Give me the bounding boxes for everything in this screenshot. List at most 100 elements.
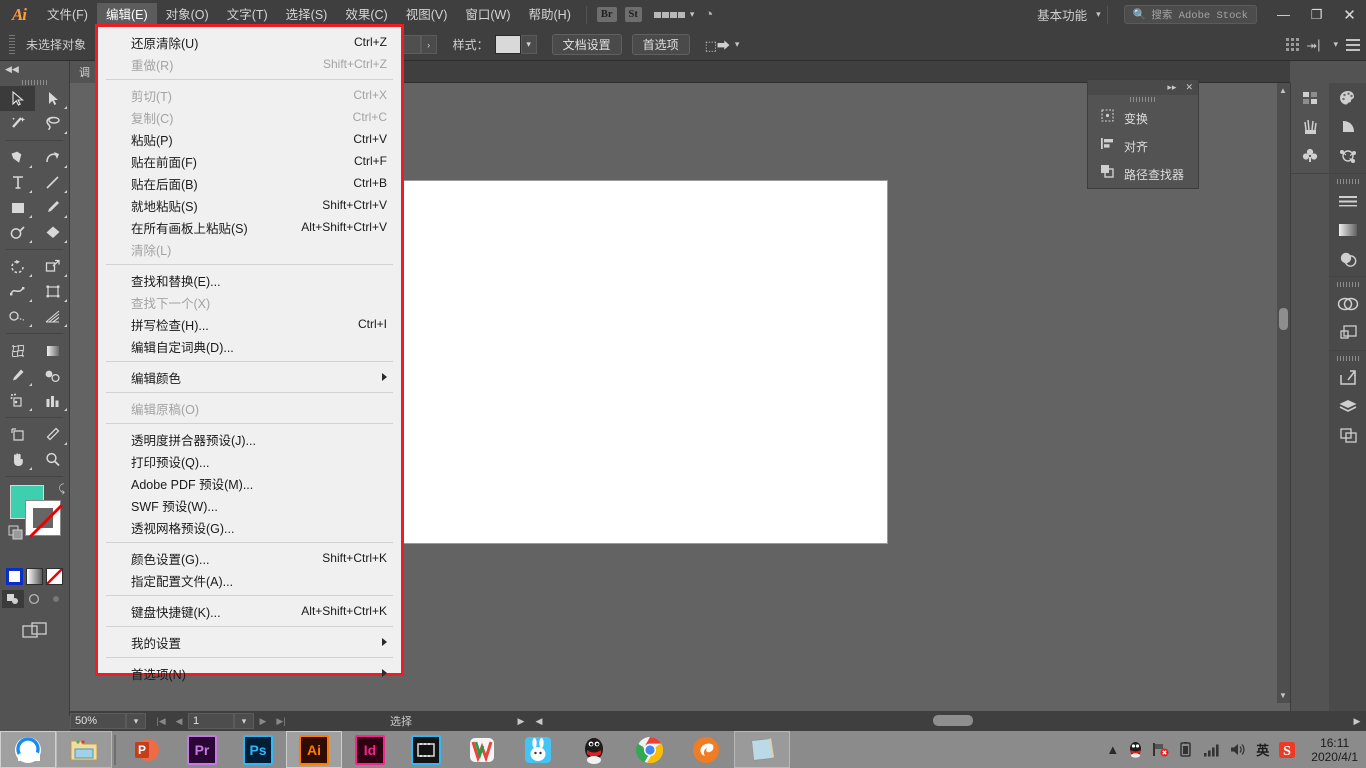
swap-fill-stroke-icon[interactable]: ⤹: [58, 483, 65, 496]
tray-qq-icon[interactable]: [1128, 741, 1143, 758]
artboard-number-input[interactable]: 1: [188, 713, 234, 729]
panel-item-pathfinder[interactable]: 路径查找器: [1088, 160, 1198, 188]
direct-selection-tool[interactable]: [35, 86, 70, 111]
menu-type[interactable]: 文字(T): [218, 3, 277, 27]
menu-view[interactable]: 视图(V): [397, 3, 457, 27]
menu-item-preferences[interactable]: 首选项(N): [98, 662, 401, 684]
tray-sogou-icon[interactable]: S: [1278, 741, 1296, 759]
scroll-up-arrow-icon[interactable]: ▲: [1279, 86, 1287, 95]
default-fill-stroke-icon[interactable]: [8, 525, 24, 546]
artboard-tool[interactable]: [0, 422, 35, 447]
taskbar-premiere[interactable]: Pr: [174, 731, 230, 768]
zoom-tool[interactable]: [35, 447, 70, 472]
gradient-panel-icon[interactable]: [1329, 215, 1366, 244]
next-artboard-button[interactable]: ▶: [254, 712, 272, 730]
panel-collapse-icon[interactable]: ▸▸: [1167, 82, 1176, 93]
menu-item-adobe-pdf-presets[interactable]: Adobe PDF 预设(M)...: [98, 472, 401, 494]
artboard[interactable]: [400, 181, 887, 543]
menu-item-paste-on-all-artboards[interactable]: 在所有画板上粘贴(S) Alt+Shift+Ctrl+V: [98, 216, 401, 238]
adobe-stock-search[interactable]: 🔍 搜索 Adobe Stock: [1123, 5, 1257, 24]
rotate-tool[interactable]: [0, 254, 35, 279]
menu-item-edit-custom-dictionary[interactable]: 编辑自定词典(D)...: [98, 335, 401, 357]
mesh-tool[interactable]: [0, 338, 35, 363]
menu-help[interactable]: 帮助(H): [520, 3, 580, 27]
tray-battery-icon[interactable]: [1178, 742, 1194, 757]
menu-effect[interactable]: 效果(C): [336, 3, 396, 27]
stroke-color-swatch[interactable]: [25, 500, 63, 538]
pencil-tool[interactable]: [0, 220, 35, 245]
menu-item-perspective-grid-presets[interactable]: 透视网格预设(G)...: [98, 516, 401, 538]
zoom-chevron-down-icon[interactable]: ▾: [126, 713, 146, 729]
taskbar-clock[interactable]: 16:11 2020/4/1: [1305, 736, 1358, 764]
panel-item-align[interactable]: 对齐: [1088, 132, 1198, 160]
tray-network-error-icon[interactable]: [1152, 742, 1169, 757]
taskbar-rabbit-app[interactable]: [510, 731, 566, 768]
last-artboard-button[interactable]: ▶|: [272, 712, 290, 730]
document-setup-button[interactable]: 文档设置: [551, 34, 622, 55]
free-transform-tool[interactable]: [35, 279, 70, 304]
taskbar-firefox-alt[interactable]: [678, 731, 734, 768]
draw-behind-button[interactable]: [24, 590, 46, 608]
scroll-down-arrow-icon[interactable]: ▼: [1279, 691, 1287, 700]
hscroll-left-arrow-icon[interactable]: ◀: [530, 712, 548, 730]
window-close-button[interactable]: ✕: [1333, 0, 1366, 29]
eraser-tool[interactable]: [35, 220, 70, 245]
taskbar-indesign[interactable]: Id: [342, 731, 398, 768]
tray-signal-icon[interactable]: [1203, 743, 1220, 757]
menu-item-edit-colors[interactable]: 编辑颜色: [98, 366, 401, 388]
canvas-horizontal-scroll-thumb[interactable]: [933, 715, 973, 726]
paintbrush-tool[interactable]: [35, 195, 70, 220]
perspective-grid-tool[interactable]: [35, 304, 70, 329]
taskbar-wps[interactable]: [454, 731, 510, 768]
opacity-stepper-icon[interactable]: ›: [420, 35, 437, 54]
tools-collapse-icon[interactable]: ◀◀: [0, 61, 69, 78]
color-mode-button[interactable]: [6, 568, 23, 585]
menu-item-paste-in-place[interactable]: 就地粘贴(S) Shift+Ctrl+V: [98, 194, 401, 216]
preferences-button[interactable]: 首选项: [631, 34, 690, 55]
tray-ime-indicator[interactable]: 英: [1256, 740, 1269, 759]
color-panel-icon[interactable]: [1329, 83, 1366, 112]
pen-tool[interactable]: [0, 145, 35, 170]
menu-item-paste[interactable]: 粘贴(P) Ctrl+V: [98, 128, 401, 150]
canvas-vertical-scrollbar[interactable]: ▲ ▼: [1277, 83, 1290, 703]
taskbar-illustrator[interactable]: Ai: [286, 731, 342, 768]
edit-dropdown-menu[interactable]: 还原清除(U) Ctrl+Z 重做(R) Shift+Ctrl+Z 剪切(T) …: [95, 24, 404, 682]
menu-object[interactable]: 对象(O): [157, 3, 218, 27]
slice-tool[interactable]: [35, 422, 70, 447]
panel-dock-chevron-icon[interactable]: ▾: [1333, 39, 1338, 50]
menu-edit[interactable]: 编辑(E): [96, 2, 157, 27]
graphic-style-chevron-icon[interactable]: ▾: [520, 35, 537, 54]
menu-item-my-settings[interactable]: 我的设置: [98, 631, 401, 653]
hscroll-right-arrow-icon[interactable]: ▶: [1348, 712, 1366, 730]
artboards-panel-icon[interactable]: [1329, 318, 1366, 347]
workspace-switcher-label[interactable]: 基本功能: [1033, 5, 1091, 24]
right-dock-gripper-3[interactable]: [1329, 354, 1366, 363]
taskbar-media-encoder[interactable]: [398, 731, 454, 768]
floating-panel-gripper[interactable]: [1088, 95, 1198, 104]
menu-item-undo[interactable]: 还原清除(U) Ctrl+Z: [98, 31, 401, 53]
tray-volume-icon[interactable]: [1229, 742, 1247, 757]
control-bar-menu-icon[interactable]: [1346, 38, 1360, 51]
panel-dock-icon[interactable]: ⯮|: [1307, 37, 1321, 53]
type-tool[interactable]: [0, 170, 35, 195]
curvature-tool[interactable]: [35, 145, 70, 170]
menu-file[interactable]: 文件(F): [38, 3, 97, 27]
eyedropper-tool[interactable]: [0, 363, 35, 388]
menu-item-print-presets[interactable]: 打印预设(Q)...: [98, 450, 401, 472]
links-panel-icon[interactable]: [1329, 421, 1366, 450]
tools-gripper[interactable]: [0, 78, 69, 86]
symbol-sprayer-tool[interactable]: [0, 388, 35, 413]
taskbar-file-explorer[interactable]: [56, 731, 112, 768]
menu-item-color-settings[interactable]: 颜色设置(G)... Shift+Ctrl+K: [98, 547, 401, 569]
column-graph-tool[interactable]: [35, 388, 70, 413]
magic-wand-tool[interactable]: [0, 111, 35, 136]
stock-button[interactable]: St: [624, 7, 642, 22]
menu-select[interactable]: 选择(S): [277, 3, 337, 27]
workspace-chevron-down-icon[interactable]: ▾: [1096, 9, 1101, 20]
menu-item-paste-in-front[interactable]: 贴在前面(F) Ctrl+F: [98, 150, 401, 172]
draw-normal-button[interactable]: [1, 590, 24, 608]
taskbar-notepad[interactable]: [734, 731, 790, 768]
bridge-button[interactable]: Br: [596, 7, 617, 22]
gradient-mode-button[interactable]: [26, 568, 43, 585]
asset-export-panel-icon[interactable]: [1329, 363, 1366, 392]
